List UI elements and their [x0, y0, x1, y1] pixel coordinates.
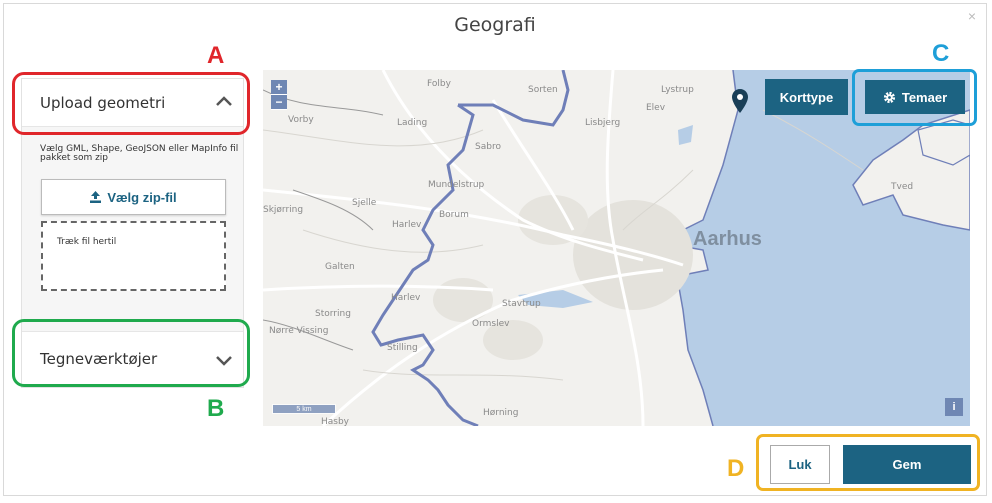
place-label: Borum — [439, 210, 469, 220]
annotation-box-c — [852, 69, 977, 126]
place-label: Harlev — [391, 293, 421, 303]
annotation-label-b: B — [207, 395, 225, 422]
place-label: Skjørring — [263, 205, 303, 215]
place-label: Storring — [315, 309, 351, 319]
upload-icon — [90, 191, 102, 203]
city-label-aarhus: Aarhus — [693, 228, 762, 250]
place-label: Stavtrup — [502, 299, 541, 309]
place-label: Ormslev — [472, 319, 510, 329]
place-label: Sjelle — [352, 198, 377, 208]
file-drop-zone[interactable]: Træk fil hertil — [41, 221, 226, 291]
zoom-out-button[interactable]: − — [271, 95, 287, 110]
drop-zone-label: Træk fil hertil — [57, 237, 117, 247]
place-label: Mundelstrup — [428, 180, 485, 190]
place-label: Stilling — [387, 343, 418, 353]
close-icon[interactable]: × — [968, 8, 976, 24]
place-label: Tved — [890, 182, 913, 192]
urban-area — [573, 200, 693, 310]
municipality-border — [371, 103, 479, 426]
urban-area — [433, 278, 493, 322]
place-label: Harlev — [392, 220, 422, 230]
place-label: Folby — [427, 79, 452, 89]
zoom-control: + − — [271, 80, 287, 110]
location-pin-icon[interactable] — [731, 89, 749, 113]
annotation-label-d: D — [727, 455, 745, 482]
zoom-in-button[interactable]: + — [271, 80, 287, 95]
annotation-box-b — [12, 319, 250, 387]
place-label: Lisbjerg — [585, 118, 620, 128]
place-label: Lystrup — [661, 85, 694, 95]
annotation-box-a — [12, 72, 250, 135]
dialog-title: Geografi — [454, 14, 536, 36]
place-label: Hasby — [321, 417, 350, 426]
place-label: Sabro — [475, 142, 501, 152]
place-label: Lading — [397, 118, 427, 128]
place-label: Hørning — [483, 408, 518, 418]
municipality-border — [458, 70, 570, 127]
place-label: Elev — [646, 103, 666, 113]
annotation-label-a: A — [207, 42, 225, 69]
place-label: Nørre Vissing — [269, 326, 328, 336]
annotation-label-c: C — [932, 40, 950, 67]
place-label: Sorten — [528, 85, 558, 95]
info-button[interactable]: i — [945, 398, 963, 416]
place-label: Galten — [325, 262, 355, 272]
choose-zip-label: Vælg zip-fil — [107, 189, 177, 205]
upload-description: Vælg GML, Shape, GeoJSON eller MapInfo f… — [40, 144, 239, 163]
annotation-box-d — [756, 434, 980, 491]
scale-bar: 5 km — [272, 404, 336, 414]
place-label: Vorby — [288, 115, 314, 125]
korttype-button[interactable]: Korttype — [765, 79, 848, 115]
choose-zip-button[interactable]: Vælg zip-fil — [41, 179, 226, 215]
lake — [678, 125, 693, 145]
